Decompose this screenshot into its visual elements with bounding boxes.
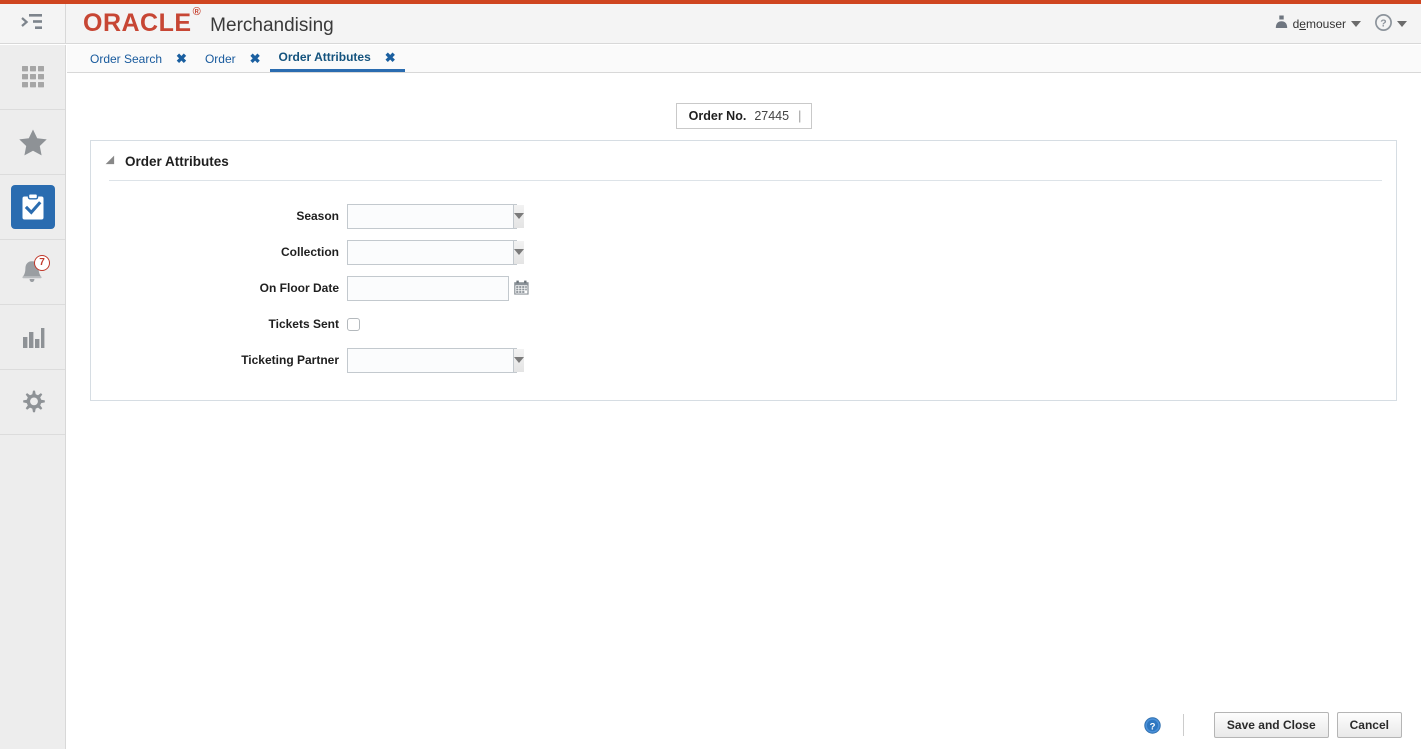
rail-item-tasks[interactable] [0,175,65,240]
tab-order-attributes[interactable]: Order Attributes ✖ [270,45,405,72]
help-circle-icon[interactable]: ? [1144,717,1161,734]
main-content: Order No. 27445 | Order Attributes Seaso… [67,74,1421,749]
form-row-ticketing-partner: Ticketing Partner [91,342,1396,378]
footer-actions: ? Save and Close Cancel [1144,712,1402,738]
svg-text:?: ? [1149,721,1155,732]
on-floor-date-input[interactable] [348,281,513,295]
tickets-sent-label: Tickets Sent [91,317,347,331]
order-number-box[interactable]: Order No. 27445 | [676,103,813,129]
close-icon[interactable]: ✖ [385,51,396,64]
rail-item-notifications[interactable]: 7 [0,240,65,305]
panel-header: Order Attributes [91,141,1396,180]
collection-field-zone [347,240,517,265]
rail-item-apps[interactable] [0,45,65,110]
tab-label: Order Search [90,52,164,66]
user-name: demouser [1293,17,1346,31]
ticketing-partner-input[interactable] [348,349,513,372]
on-floor-date-field[interactable] [347,276,509,301]
clipboard-check-icon [11,185,55,229]
collapse-menu-icon [20,12,46,35]
season-input[interactable] [348,205,513,228]
ticketing-partner-field-zone [347,348,517,373]
left-icon-rail: 7 [0,45,66,749]
tickets-sent-checkbox[interactable] [347,318,360,331]
tab-order[interactable]: Order ✖ [196,45,270,72]
gear-icon [11,380,55,424]
user-avatar-icon [1275,15,1288,32]
close-icon[interactable]: ✖ [176,52,187,65]
disclosure-triangle-expanded-icon[interactable] [106,155,119,168]
chevron-down-icon [1351,21,1361,27]
form-row-collection: Collection [91,234,1396,270]
application-window: ORACLE® Merchandising demouser ? [0,0,1421,749]
chevron-down-icon [1397,21,1407,27]
form-row-season: Season [91,198,1396,234]
notification-badge: 7 [34,255,50,271]
user-menu[interactable]: demouser [1275,15,1361,32]
collapse-menu-button[interactable] [0,4,66,43]
help-menu[interactable]: ? [1375,14,1407,34]
collection-select[interactable] [347,240,517,265]
season-select[interactable] [347,204,517,229]
star-icon [11,120,55,164]
bar-chart-icon [11,315,55,359]
apps-grid-icon [11,55,55,99]
collection-label: Collection [91,245,347,259]
rail-item-settings[interactable] [0,370,65,435]
dropdown-arrow-icon[interactable] [513,241,524,264]
form-row-tickets-sent: Tickets Sent [91,306,1396,342]
help-circle-icon: ? [1375,14,1392,34]
product-name: Merchandising [210,15,334,37]
on-floor-date-field-zone [347,276,509,301]
ticketing-partner-select[interactable] [347,348,517,373]
form-row-on-floor-date: On Floor Date [91,270,1396,306]
oracle-logo: ORACLE® [83,11,200,36]
dropdown-arrow-icon[interactable] [513,205,524,228]
collection-input[interactable] [348,241,513,264]
tab-label: Order [205,52,238,66]
tickets-sent-field-zone [347,318,360,331]
calendar-icon[interactable] [513,277,530,300]
panel-title: Order Attributes [125,154,229,169]
rail-item-favorites[interactable] [0,110,65,175]
order-attributes-panel: Order Attributes Season Collectio [90,140,1397,401]
order-number-divider: | [798,109,801,123]
ticketing-partner-label: Ticketing Partner [91,353,347,367]
svg-text:?: ? [1380,17,1386,29]
header-actions: demouser ? [1275,14,1421,34]
close-icon[interactable]: ✖ [250,52,261,65]
cancel-button[interactable]: Cancel [1337,712,1402,738]
global-header: ORACLE® Merchandising demouser ? [0,4,1421,44]
tab-label: Order Attributes [279,50,373,64]
brand: ORACLE® Merchandising [83,11,334,37]
on-floor-date-label: On Floor Date [91,281,347,295]
footer-divider [1183,714,1184,736]
save-and-close-button[interactable]: Save and Close [1214,712,1329,738]
rail-item-reports[interactable] [0,305,65,370]
order-number-label: Order No. [689,109,747,123]
season-field-zone [347,204,517,229]
panel-body: Season Collection [91,181,1396,400]
season-label: Season [91,209,347,223]
order-number-header: Order No. 27445 | [67,103,1421,129]
tab-bar: Order Search ✖ Order ✖ Order Attributes … [67,45,1421,73]
tab-order-search[interactable]: Order Search ✖ [81,45,196,72]
registered-mark: ® [193,6,202,18]
dropdown-arrow-icon[interactable] [513,349,524,372]
order-number-value: 27445 [754,109,789,123]
